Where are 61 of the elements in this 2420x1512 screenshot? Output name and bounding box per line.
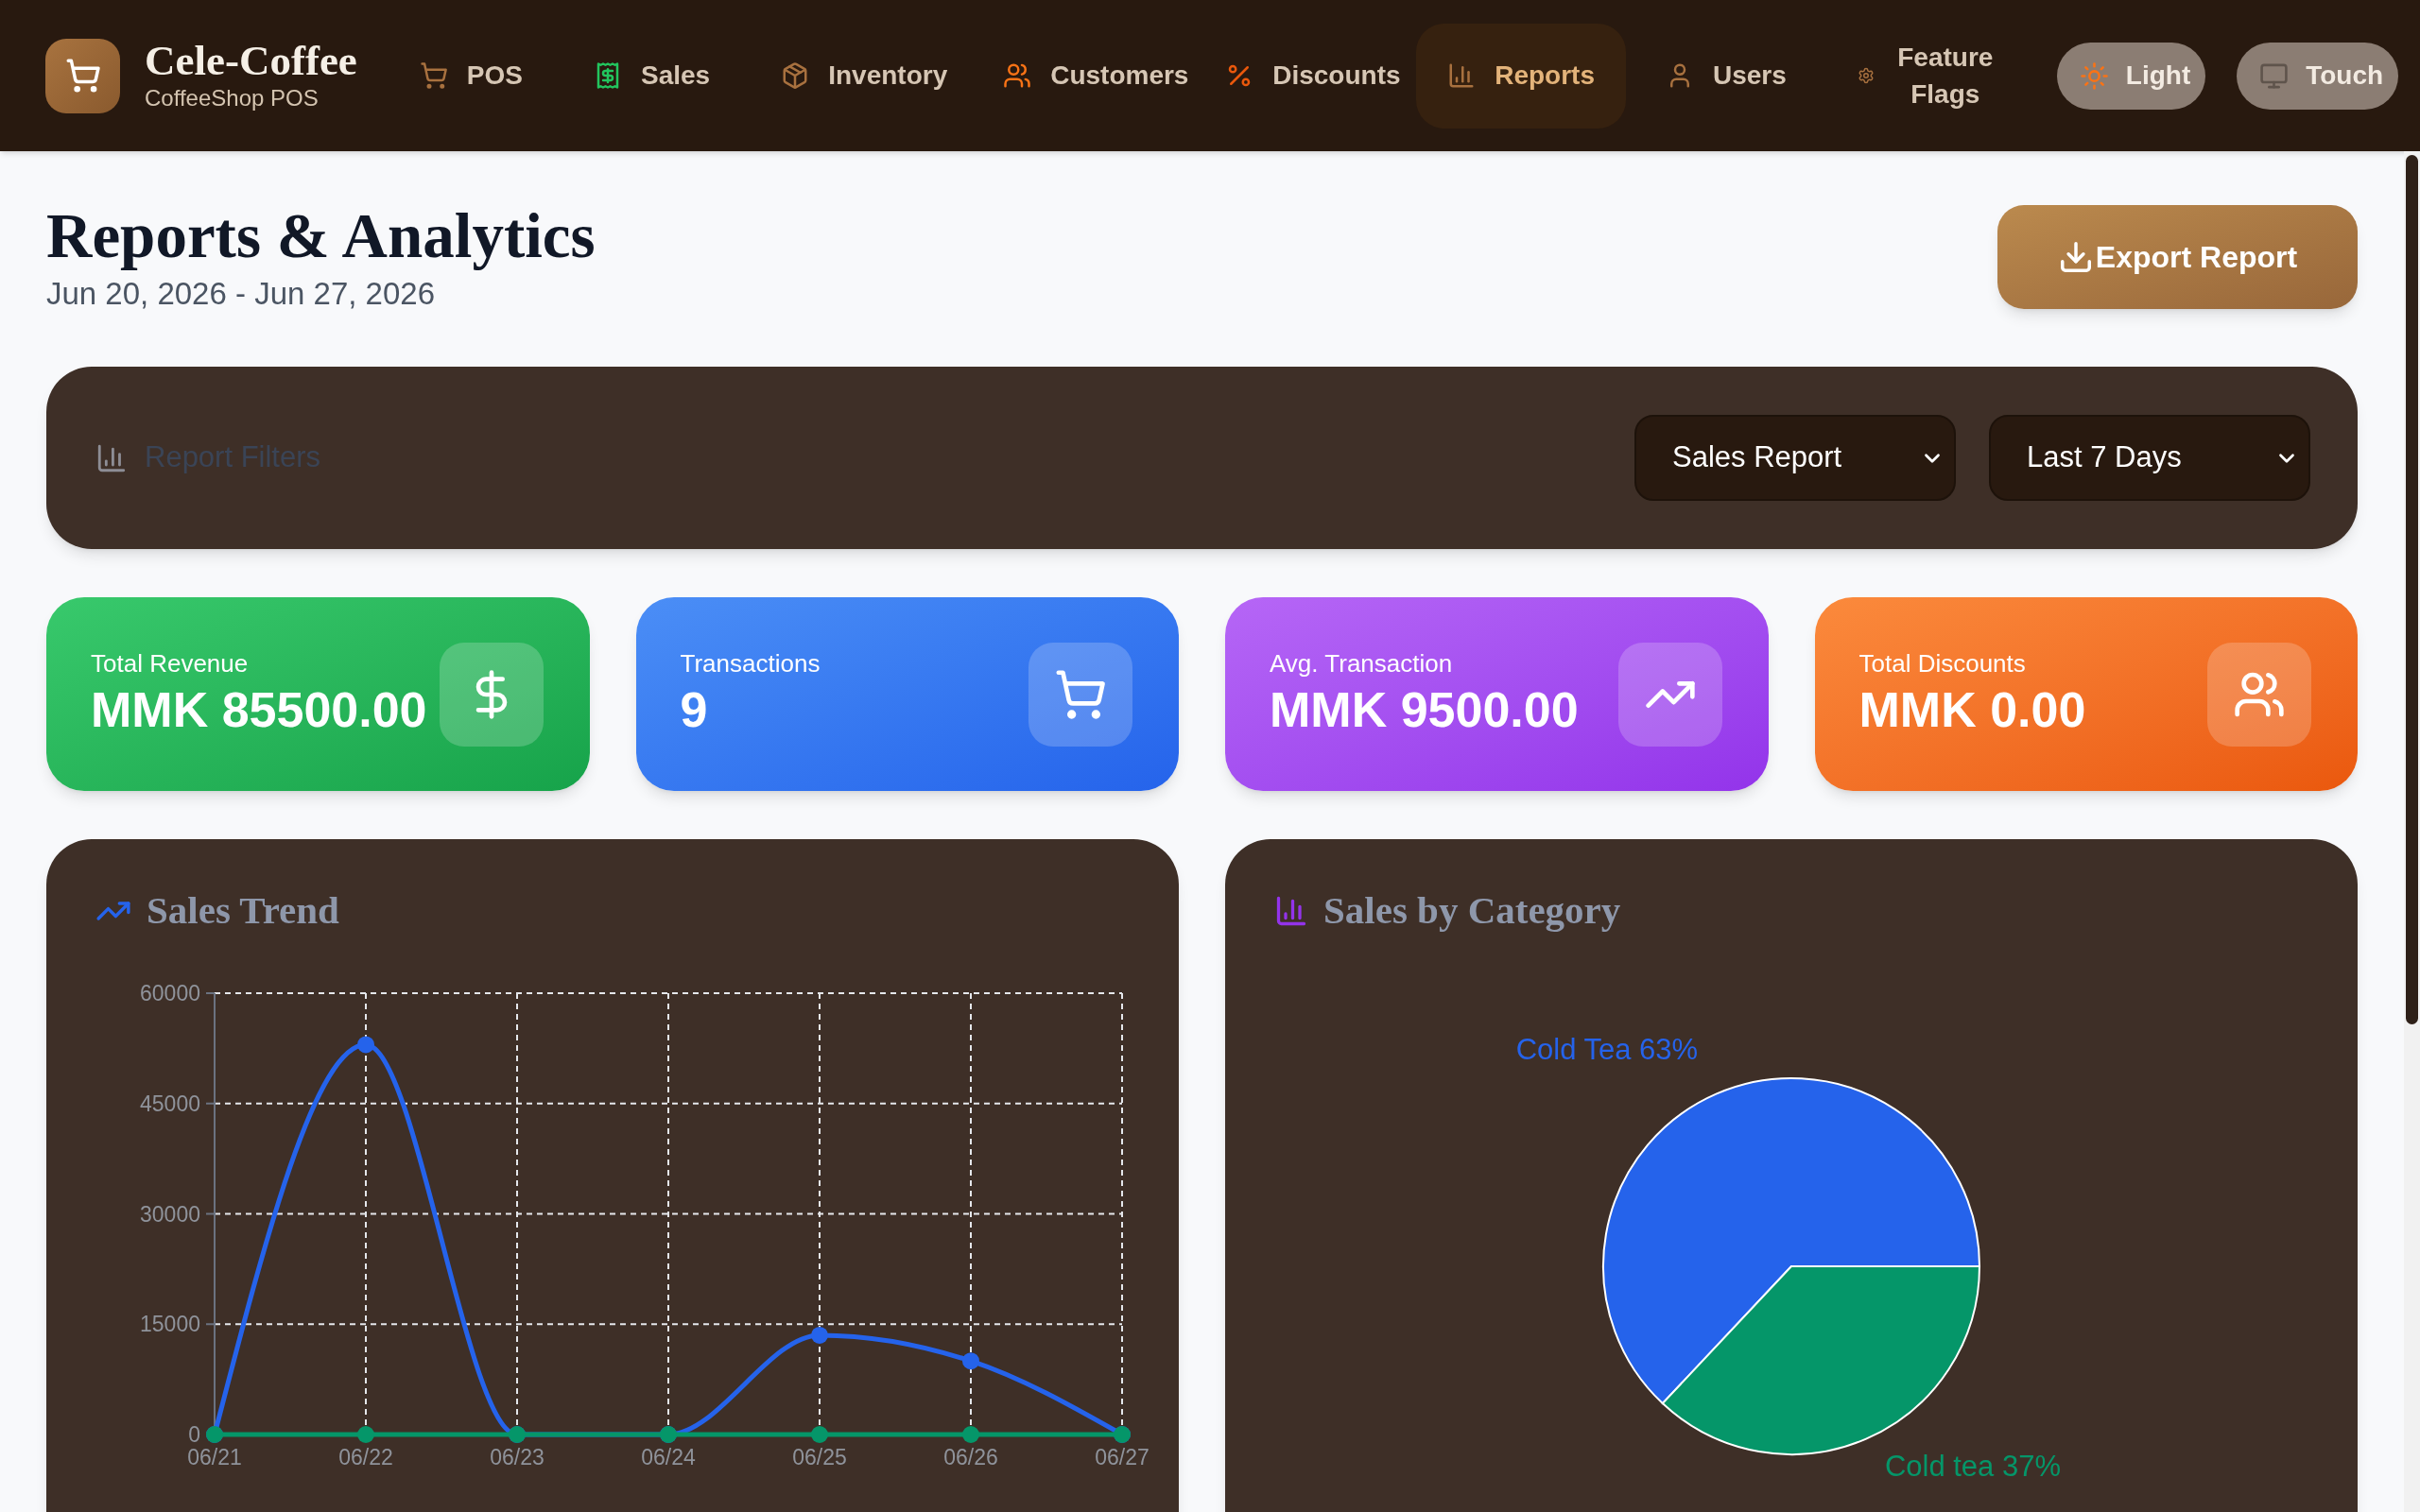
chart-point (509, 1426, 526, 1443)
trend-up-icon (1617, 642, 1722, 747)
axis-label: 15000 (140, 1312, 200, 1337)
chart-point (1114, 1426, 1131, 1443)
card-title: Sales Trend (147, 887, 339, 935)
chart-point (962, 1352, 979, 1370)
stat-value: 9 (680, 681, 709, 740)
axis-label: 06/23 (490, 1445, 544, 1469)
page-title: Reports & Analytics (46, 202, 596, 268)
chart-point (811, 1326, 828, 1344)
nav-tab[interactable]: Sales (562, 23, 742, 129)
stat-label: Total Discounts (1858, 648, 2027, 680)
axis-label: 60000 (140, 981, 200, 1005)
axis-label: 06/25 (792, 1445, 847, 1469)
users-icon (2207, 642, 2311, 747)
axis-label: 0 (188, 1422, 200, 1447)
chart-point (962, 1426, 979, 1443)
axis-label: 06/21 (187, 1445, 242, 1469)
axis-label: 06/22 (338, 1445, 393, 1469)
axis-label: 30000 (140, 1201, 200, 1227)
cart-logo-icon (45, 38, 120, 113)
stat-label: Total Revenue (91, 648, 250, 680)
users-icon (1003, 61, 1032, 90)
stat-label: Transactions (680, 648, 821, 680)
export-report-button[interactable]: Export Report (1997, 205, 2358, 309)
date-range-select[interactable]: Last 7 Days (1989, 415, 2310, 501)
scrollbar-thumb[interactable] (2406, 155, 2418, 1024)
nav-tab[interactable]: Inventory (750, 23, 964, 129)
stat-value: MMK 0.00 (1858, 681, 2086, 740)
chart-point (660, 1426, 677, 1443)
brand-subtitle: CoffeeShop POS (145, 84, 320, 113)
slice-label: Cold tea 37% (1884, 1449, 2061, 1483)
nav-tab[interactable]: Users (1634, 23, 1818, 129)
nav-tab[interactable]: Customers (972, 23, 1186, 129)
stat-value: MMK 85500.00 (91, 681, 427, 740)
chart-point (811, 1426, 828, 1443)
card-title: Sales by Category (1323, 887, 1621, 935)
chart-point (206, 1426, 223, 1443)
chart-point (357, 1426, 374, 1443)
nav-tab[interactable]: POS (388, 23, 554, 129)
gear-icon (1857, 67, 1875, 84)
dollar-icon (439, 642, 544, 747)
bar-chart-icon (1274, 894, 1308, 928)
cart-icon (419, 61, 448, 90)
nav-tab[interactable]: Discounts (1194, 23, 1409, 129)
axis-label: 06/26 (943, 1445, 998, 1469)
axis-label: 06/27 (1095, 1445, 1150, 1469)
slice-label: Cold Tea 63% (1515, 1033, 1699, 1067)
nav-tab[interactable]: Feature Flags (1825, 23, 2029, 129)
axis-label: 45000 (140, 1091, 200, 1116)
chart-point (357, 1036, 374, 1054)
brand-name: Cele-Coffee (145, 38, 357, 84)
box-icon (781, 61, 810, 90)
cart-icon (1028, 642, 1132, 747)
stat-value: MMK 9500.00 (1270, 681, 1579, 740)
sun-icon (2079, 60, 2109, 91)
date-range-text: Jun 20, 2026 - Jun 27, 2026 (46, 276, 436, 312)
nav-tab[interactable]: Reports (1416, 23, 1626, 129)
axis-label: 06/24 (641, 1445, 696, 1469)
report-type-select[interactable]: Sales Report (1634, 415, 1956, 501)
stat-label: Avg. Transaction (1270, 648, 1454, 680)
